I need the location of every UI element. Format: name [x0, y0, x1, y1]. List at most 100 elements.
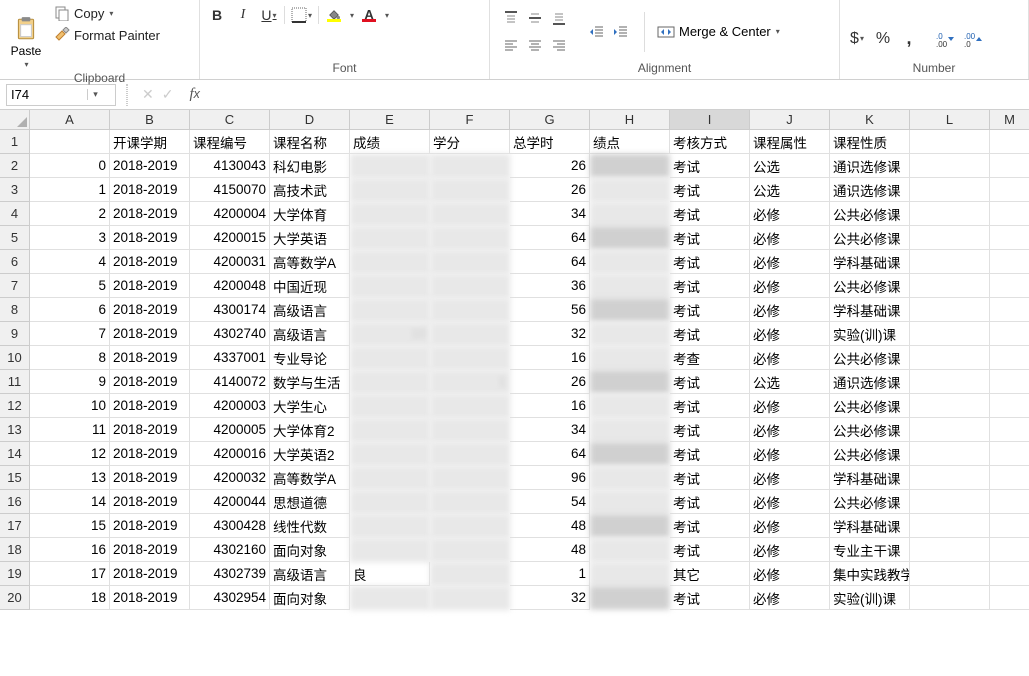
cell[interactable]: 必修 — [750, 514, 830, 538]
cell[interactable] — [430, 490, 510, 514]
cell[interactable]: 1 — [30, 178, 110, 202]
cell[interactable] — [990, 562, 1029, 586]
cell[interactable] — [430, 178, 510, 202]
cell[interactable]: 4300428 — [190, 514, 270, 538]
cell[interactable] — [910, 154, 990, 178]
cell[interactable]: 考试 — [670, 490, 750, 514]
cell[interactable]: 大学体育 — [270, 202, 350, 226]
cell[interactable]: 高等数学A — [270, 466, 350, 490]
cell[interactable]: 13 — [30, 466, 110, 490]
cell[interactable]: 数学与生活 — [270, 370, 350, 394]
cell[interactable] — [430, 202, 510, 226]
align-left-button[interactable] — [500, 35, 522, 57]
cell[interactable]: 考试 — [670, 202, 750, 226]
cell[interactable]: 公选 — [750, 178, 830, 202]
cell[interactable]: 4200016 — [190, 442, 270, 466]
cell[interactable]: 2018-2019 — [110, 274, 190, 298]
cell[interactable]: 公选 — [750, 370, 830, 394]
cell[interactable] — [350, 298, 430, 322]
cell[interactable]: 考试 — [670, 154, 750, 178]
cell[interactable]: 4300174 — [190, 298, 270, 322]
row-header-9[interactable]: 9 — [0, 322, 30, 346]
cell[interactable]: 必修 — [750, 466, 830, 490]
cell[interactable] — [990, 322, 1029, 346]
cell[interactable] — [910, 514, 990, 538]
cell[interactable]: 实验(训)课 — [830, 586, 910, 610]
cell[interactable] — [350, 274, 430, 298]
cell[interactable]: 4302160 — [190, 538, 270, 562]
cell[interactable]: 4200032 — [190, 466, 270, 490]
align-middle-button[interactable] — [524, 7, 546, 29]
cell[interactable] — [350, 514, 430, 538]
cell[interactable] — [590, 442, 670, 466]
cell[interactable] — [590, 562, 670, 586]
row-header-7[interactable]: 7 — [0, 274, 30, 298]
cell[interactable] — [430, 154, 510, 178]
cell[interactable]: 1 — [510, 562, 590, 586]
cell[interactable] — [990, 442, 1029, 466]
cell[interactable]: 15 — [30, 514, 110, 538]
cell[interactable]: 学科基础课 — [830, 298, 910, 322]
cell[interactable] — [910, 298, 990, 322]
cell[interactable]: 公共必修课 — [830, 394, 910, 418]
cell[interactable]: 0 — [30, 154, 110, 178]
column-header-G[interactable]: G — [510, 110, 590, 130]
cell[interactable] — [990, 346, 1029, 370]
comma-button[interactable]: , — [898, 28, 920, 50]
cell[interactable] — [350, 154, 430, 178]
cell[interactable] — [990, 466, 1029, 490]
cell[interactable] — [430, 322, 510, 346]
cell[interactable]: 考试 — [670, 370, 750, 394]
cell[interactable]: 大学英语2 — [270, 442, 350, 466]
cell[interactable] — [590, 250, 670, 274]
cell[interactable]: 14 — [30, 490, 110, 514]
row-header-18[interactable]: 18 — [0, 538, 30, 562]
cell[interactable] — [430, 514, 510, 538]
cell[interactable] — [990, 418, 1029, 442]
copy-button[interactable]: Copy ▾ — [50, 4, 164, 22]
column-header-I[interactable]: I — [670, 110, 750, 130]
row-header-20[interactable]: 20 — [0, 586, 30, 610]
cell[interactable]: 2018-2019 — [110, 418, 190, 442]
cell[interactable]: 通识选修课 — [830, 370, 910, 394]
cell[interactable]: 2018-2019 — [110, 538, 190, 562]
cell[interactable]: 2018-2019 — [110, 154, 190, 178]
cell[interactable]: 2018-2019 — [110, 586, 190, 610]
cell[interactable]: 2018-2019 — [110, 370, 190, 394]
cell[interactable]: 5 — [30, 274, 110, 298]
increase-indent-button[interactable] — [610, 21, 632, 43]
cell[interactable]: 2018-2019 — [110, 202, 190, 226]
name-box-input[interactable] — [7, 87, 87, 102]
cell[interactable]: 必修 — [750, 562, 830, 586]
cell[interactable] — [350, 418, 430, 442]
cell[interactable]: 34 — [510, 418, 590, 442]
cell[interactable] — [350, 538, 430, 562]
cell[interactable] — [430, 562, 510, 586]
cell[interactable]: 考试 — [670, 298, 750, 322]
cell[interactable] — [590, 154, 670, 178]
column-header-B[interactable]: B — [110, 110, 190, 130]
cell[interactable]: 18 — [30, 586, 110, 610]
cell[interactable]: 4200048 — [190, 274, 270, 298]
cell[interactable]: 课程性质 — [830, 130, 910, 154]
cell[interactable] — [590, 202, 670, 226]
cell[interactable]: 学科基础课 — [830, 514, 910, 538]
cell[interactable] — [590, 538, 670, 562]
cell[interactable]: 4130043 — [190, 154, 270, 178]
formula-input[interactable] — [206, 84, 1029, 106]
cell[interactable] — [990, 370, 1029, 394]
cell[interactable]: 大学体育2 — [270, 418, 350, 442]
cell[interactable]: 必修 — [750, 226, 830, 250]
cell[interactable]: 考试 — [670, 418, 750, 442]
cell[interactable] — [910, 130, 990, 154]
cell[interactable]: 公选 — [750, 154, 830, 178]
cell[interactable]: 考查 — [670, 346, 750, 370]
cell[interactable] — [990, 394, 1029, 418]
cell[interactable]: 10 — [350, 322, 430, 346]
column-header-F[interactable]: F — [430, 110, 510, 130]
cell[interactable]: 专业主干课 — [830, 538, 910, 562]
align-right-button[interactable] — [548, 35, 570, 57]
cell[interactable]: 2018-2019 — [110, 490, 190, 514]
cell[interactable] — [590, 298, 670, 322]
cell[interactable]: 考试 — [670, 226, 750, 250]
